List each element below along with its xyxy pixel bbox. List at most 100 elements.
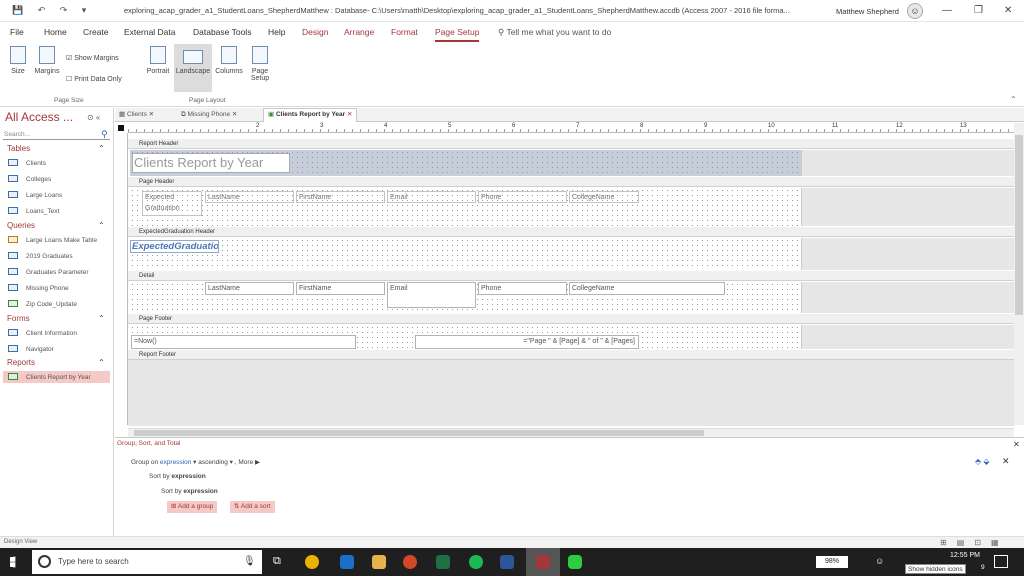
nav-item-clients[interactable]: Clients [8, 159, 46, 167]
section-bar-group-header[interactable]: ExpectedGraduation Header [128, 227, 1014, 237]
nav-item-clients-report-by-year[interactable]: Clients Report by Year [3, 371, 110, 383]
outlook-icon[interactable] [340, 555, 354, 569]
detail-field-collegename[interactable]: CollegeName [569, 282, 725, 295]
tab-help[interactable]: Help [268, 27, 285, 37]
nav-item-loans-text[interactable]: Loans_Text [8, 207, 59, 215]
group-on-row[interactable]: Group on expression ▾ ascending ▾ , More… [131, 458, 260, 466]
close-icon[interactable]: ✕ [345, 111, 352, 118]
nav-section-queries[interactable]: Queries [7, 221, 35, 230]
nav-item-large-loans-make-table[interactable]: Large Loans Make Table [8, 236, 97, 244]
close-icon[interactable]: ✕ [230, 111, 237, 118]
section-bar-page-header[interactable]: Page Header [128, 177, 1014, 187]
nav-item-colleges[interactable]: Colleges [8, 175, 51, 183]
tab-page-setup[interactable]: Page Setup [435, 27, 480, 42]
header-label-collegename[interactable]: CollegeName [569, 191, 639, 203]
detail-field-firstname[interactable]: FirstName [296, 282, 385, 295]
nav-search-input[interactable]: Search... [3, 129, 110, 140]
view-switcher-icons[interactable]: ⊞▤⊡▦ [940, 538, 1009, 547]
nav-item-zip-code-update[interactable]: Zip Code_Update [8, 300, 77, 308]
detail-field-lastname[interactable]: LastName [205, 282, 294, 295]
microphone-icon[interactable]: 🎙 [243, 556, 256, 567]
nav-item-large-loans[interactable]: Large Loans [8, 191, 62, 199]
tab-file[interactable]: File [10, 27, 24, 37]
tab-arrange[interactable]: Arrange [344, 27, 374, 37]
nav-section-reports[interactable]: Reports [7, 358, 35, 367]
show-margins-checkbox[interactable]: ☑ Show Margins [66, 54, 136, 62]
doc-tab-clients[interactable]: ▦ Clients ✕ [119, 110, 154, 118]
user-name[interactable]: Matthew Shepherd [836, 7, 899, 16]
tab-external-data[interactable]: External Data [124, 27, 176, 37]
tell-me-box[interactable]: ⚲ Tell me what you want to do [498, 27, 611, 38]
tab-design[interactable]: Design [302, 27, 328, 37]
now-textbox[interactable]: =Now() [131, 335, 356, 349]
action-center-icon[interactable] [994, 555, 1008, 568]
collapse-icon[interactable]: ⌃ [98, 144, 105, 153]
doc-tab-clients-report-by-year[interactable]: ▣ Clients Report by Year ✕ [263, 108, 358, 122]
spotify-icon[interactable] [469, 555, 483, 569]
size-button[interactable]: Size [8, 46, 28, 75]
move-up-down-icon[interactable]: ⬘ ⬙ [975, 457, 990, 466]
collapse-icon[interactable]: ⌃ [98, 221, 105, 230]
detail-field-phone[interactable]: Phone [478, 282, 567, 295]
header-label-lastname[interactable]: LastName [205, 191, 294, 203]
avatar[interactable]: ☺ [907, 3, 923, 19]
print-data-only-checkbox[interactable]: ☐ Print Data Only [66, 75, 136, 83]
nav-item-navigator[interactable]: Navigator [8, 345, 54, 353]
close-button[interactable]: ✕ [1004, 5, 1012, 16]
restore-button[interactable]: ❐ [974, 5, 983, 16]
section-bar-detail[interactable]: Detail [128, 271, 1014, 281]
header-label-phone[interactable]: Phone [478, 191, 567, 203]
search-icon[interactable]: ⚲ [101, 129, 108, 140]
tab-database-tools[interactable]: Database Tools [193, 27, 251, 37]
page-number-textbox[interactable]: ="Page " & [Page] & " of " & [Pages] [415, 335, 639, 349]
section-bar-report-header[interactable]: Report Header [128, 139, 1014, 149]
nav-pane-header[interactable]: All Access ... [5, 110, 73, 124]
chat-app-icon[interactable] [568, 555, 582, 569]
battery-indicator[interactable]: 98% [816, 556, 848, 568]
collapse-icon[interactable]: ⌃ [98, 314, 105, 323]
add-group-button[interactable]: ⊞ Add a group [167, 501, 218, 513]
nav-section-forms[interactable]: Forms [7, 314, 30, 323]
sort-by-row-1[interactable]: Sort by expression [149, 473, 206, 480]
close-icon[interactable]: ✕ [1013, 440, 1020, 449]
select-report-box[interactable] [115, 123, 128, 133]
nav-item-client-information[interactable]: Client Information [8, 329, 77, 337]
margins-button[interactable]: Margins [32, 46, 62, 75]
nav-item-graduates-parameter[interactable]: Graduates Parameter [8, 268, 89, 276]
tab-home[interactable]: Home [44, 27, 67, 37]
group-header-section[interactable] [130, 238, 802, 270]
section-bar-page-footer[interactable]: Page Footer [128, 314, 1014, 324]
sort-by-row-2[interactable]: Sort by expression [161, 488, 218, 495]
excel-icon[interactable] [436, 555, 450, 569]
nav-item-missing-phone[interactable]: Missing Phone [8, 284, 69, 292]
chrome-icon[interactable] [305, 555, 319, 569]
word-icon[interactable] [500, 555, 514, 569]
vertical-scrollbar[interactable] [1014, 123, 1024, 425]
detail-field-email[interactable]: Email [387, 282, 476, 308]
group-field-textbox[interactable]: ExpectedGraduatio [130, 240, 219, 253]
nav-section-tables[interactable]: Tables [7, 144, 30, 153]
horizontal-scrollbar[interactable] [128, 428, 1014, 437]
doc-tab-missing-phone[interactable]: ⧉ Missing Phone ✕ [181, 110, 237, 119]
delete-icon[interactable]: ✕ [1002, 456, 1010, 467]
page-setup-button[interactable]: Page Setup [246, 46, 274, 82]
section-bar-report-footer[interactable]: Report Footer [128, 350, 1014, 360]
close-icon[interactable]: ✕ [147, 111, 154, 118]
portrait-button[interactable]: Portrait [143, 46, 173, 75]
powerpoint-icon[interactable] [403, 555, 417, 569]
access-taskbar-active[interactable] [526, 548, 560, 576]
windows-start-icon[interactable] [10, 556, 16, 568]
header-label-expected-graduation[interactable]: Expected Graduation [142, 191, 202, 216]
people-icon[interactable]: ☺ [875, 556, 884, 566]
quick-access-toolbar[interactable]: 💾 ↶ ↷ ▾ [12, 5, 92, 16]
landscape-button[interactable]: Landscape [174, 44, 212, 92]
nav-options-icon[interactable]: ⊙ « [87, 113, 100, 122]
task-view-icon[interactable]: ⧉ [273, 555, 281, 568]
header-label-firstname[interactable]: FirstName [296, 191, 385, 203]
tab-create[interactable]: Create [83, 27, 109, 37]
collapse-icon[interactable]: ⌃ [98, 358, 105, 367]
taskbar-search-input[interactable]: Type here to search [32, 550, 262, 574]
report-title-label[interactable]: Clients Report by Year [132, 153, 290, 173]
header-label-email[interactable]: Email [387, 191, 476, 203]
minimize-button[interactable]: — [942, 5, 952, 16]
